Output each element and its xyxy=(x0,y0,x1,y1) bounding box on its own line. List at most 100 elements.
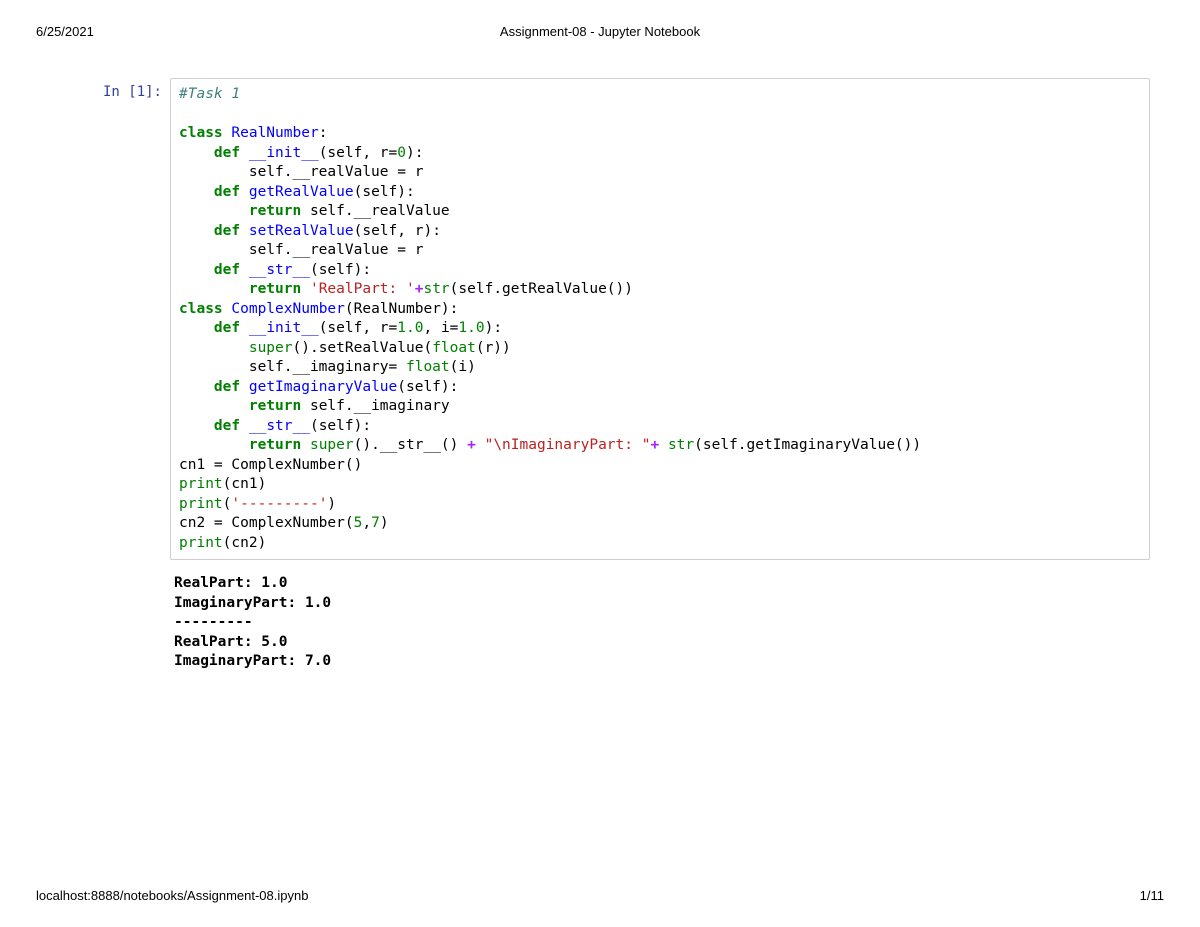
code-token xyxy=(179,223,214,239)
code-token xyxy=(179,145,214,161)
code-token xyxy=(179,184,214,200)
code-token: __str__ xyxy=(249,262,310,278)
code-token xyxy=(659,437,668,453)
code-token: (r)) xyxy=(476,340,511,356)
footer-page: 1/11 xyxy=(1140,888,1164,903)
code-token: ): xyxy=(406,145,423,161)
code-token xyxy=(179,262,214,278)
code-token: self.__realValue = r xyxy=(249,242,424,258)
print-footer: localhost:8888/notebooks/Assignment-08.i… xyxy=(36,888,1164,903)
code-token: 1.0 xyxy=(458,320,484,336)
code-token: '---------' xyxy=(231,496,327,512)
code-token: __init__ xyxy=(249,145,319,161)
input-prompt: In [1]: xyxy=(100,78,170,560)
code-token: 0 xyxy=(397,145,406,161)
header-title: Assignment-08 - Jupyter Notebook xyxy=(412,24,788,39)
code-token: "\nImaginaryPart: " xyxy=(476,437,651,453)
code-token xyxy=(179,320,214,336)
code-token: , i= xyxy=(423,320,458,336)
output-prompt xyxy=(100,574,170,672)
code-token: super xyxy=(310,437,354,453)
output-cell: RealPart: 1.0 ImaginaryPart: 1.0 -------… xyxy=(100,574,1150,672)
code-token: def xyxy=(214,184,240,200)
code-token: self.__imaginary xyxy=(301,398,449,414)
code-token: class xyxy=(179,301,223,317)
code-token xyxy=(179,359,249,375)
code-token: : xyxy=(319,125,328,141)
code-token: return xyxy=(249,437,301,453)
code-token: def xyxy=(214,262,240,278)
code-token: 1.0 xyxy=(397,320,423,336)
code-token: print xyxy=(179,535,223,551)
code-token: (self.getRealValue()) xyxy=(450,281,633,297)
code-token: (self, r= xyxy=(319,320,398,336)
code-token: __init__ xyxy=(249,320,319,336)
code-token: (self): xyxy=(310,262,371,278)
code-token: print xyxy=(179,476,223,492)
code-token: (self): xyxy=(354,184,415,200)
code-token: (self): xyxy=(310,418,371,434)
code-token: (self, r= xyxy=(319,145,398,161)
code-token: 'RealPart: ' xyxy=(301,281,415,297)
code-token: + xyxy=(650,437,659,453)
cell-output: RealPart: 1.0 ImaginaryPart: 1.0 -------… xyxy=(170,574,1150,672)
code-token: self.__realValue xyxy=(301,203,449,219)
code-token xyxy=(179,164,249,180)
code-token: ().setRealValue( xyxy=(293,340,433,356)
code-token: super xyxy=(249,340,293,356)
code-token: (self, r): xyxy=(354,223,441,239)
code-token: float xyxy=(406,359,450,375)
code-token xyxy=(179,203,249,219)
print-header: 6/25/2021 Assignment-08 - Jupyter Notebo… xyxy=(36,24,1164,39)
code-token: (self.getImaginaryValue()) xyxy=(694,437,921,453)
code-token xyxy=(179,340,249,356)
code-token: getImaginaryValue xyxy=(249,379,397,395)
header-spacer xyxy=(788,24,1164,39)
code-token: def xyxy=(214,145,240,161)
code-token: ) xyxy=(380,515,389,531)
code-token: (cn2) xyxy=(223,535,267,551)
code-token: ): xyxy=(485,320,502,336)
code-token: (self): xyxy=(397,379,458,395)
code-token: float xyxy=(432,340,476,356)
code-token: cn2 = ComplexNumber( xyxy=(179,515,354,531)
code-token xyxy=(179,418,214,434)
code-token: #Task 1 xyxy=(179,86,240,102)
code-token: , xyxy=(362,515,371,531)
header-date: 6/25/2021 xyxy=(36,24,412,39)
footer-path: localhost:8888/notebooks/Assignment-08.i… xyxy=(36,888,308,903)
code-token: def xyxy=(214,320,240,336)
code-input[interactable]: #Task 1 class RealNumber: def __init__(s… xyxy=(170,78,1150,560)
code-token: cn1 = ComplexNumber() xyxy=(179,457,362,473)
code-token: RealNumber xyxy=(231,125,318,141)
code-token xyxy=(179,437,249,453)
code-token xyxy=(179,398,249,414)
code-token xyxy=(179,242,249,258)
code-token: str xyxy=(423,281,449,297)
code-token: + xyxy=(467,437,476,453)
code-token: return xyxy=(249,203,301,219)
code-token: def xyxy=(214,418,240,434)
code-token: return xyxy=(249,398,301,414)
code-token xyxy=(179,379,214,395)
code-token: (cn1) xyxy=(223,476,267,492)
code-token: setRealValue xyxy=(249,223,354,239)
code-token: class xyxy=(179,125,223,141)
code-token: (RealNumber): xyxy=(345,301,459,317)
code-token: (i) xyxy=(450,359,476,375)
code-token xyxy=(179,281,249,297)
code-token: ().__str__() xyxy=(354,437,468,453)
code-token: ) xyxy=(327,496,336,512)
code-token: getRealValue xyxy=(249,184,354,200)
code-token: def xyxy=(214,379,240,395)
code-token: self.__realValue = r xyxy=(249,164,424,180)
code-token xyxy=(301,437,310,453)
code-token: self.__imaginary= xyxy=(249,359,406,375)
code-token: print xyxy=(179,496,223,512)
code-token: def xyxy=(214,223,240,239)
code-cell: In [1]: #Task 1 class RealNumber: def __… xyxy=(100,78,1150,560)
code-token: 7 xyxy=(371,515,380,531)
code-token: return xyxy=(249,281,301,297)
code-token: str xyxy=(668,437,694,453)
notebook-body: In [1]: #Task 1 class RealNumber: def __… xyxy=(100,78,1150,686)
